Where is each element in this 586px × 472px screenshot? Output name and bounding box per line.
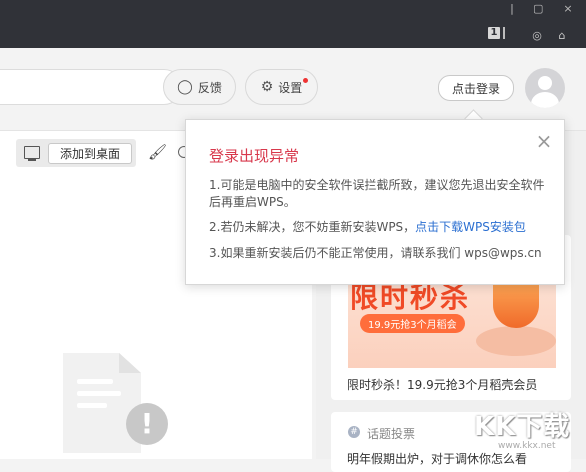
popup-line-1: 1.可能是电脑中的安全软件误拦截所致，建议您先退出安全软件后再重启WPS。 [209,178,545,209]
popup-line-3: 3.如果重新安装后仍不能正常使用，请联系我们 wps@wps.cn [209,246,542,260]
popup-line-2-text: 2.若仍未解决，您不妨重新安装WPS， [209,220,416,234]
chat-bubble-icon: ◯ [177,79,193,95]
avatar-head [538,76,552,90]
tab-count-icon[interactable]: 1 [488,27,500,39]
shirt-icon[interactable]: ⌂ [555,29,569,43]
topic-label: 话题投票 [367,427,416,441]
brush-icon[interactable]: 🖌 [148,143,167,161]
monitor-icon [24,146,40,161]
podium-graphic [476,326,556,356]
document-line [77,379,113,384]
document-icon [63,353,141,453]
warning-icon: ! [126,403,168,445]
skin-icon[interactable]: ◎ [530,29,544,43]
gear-icon: ⚙ [260,79,274,95]
window-restore-icon[interactable]: ▢ [533,3,543,14]
document-line [77,403,107,408]
watermark-url: www.kkx.net [498,441,556,451]
popup-title: 登录出现异常 [209,147,300,165]
title-bar: | ▢ × 1 ◎ ⌂ [0,0,586,48]
menu-bar-icon[interactable]: | [507,3,517,14]
download-installer-link[interactable]: 点击下载WPS安装包 [415,220,526,234]
close-icon[interactable]: × [535,131,553,151]
settings-button[interactable]: ⚙ 设置 [245,69,318,105]
settings-label: 设置 [278,80,303,95]
popup-line-2: 2.若仍未解决，您不妨重新安装WPS，点击下载WPS安装包 [209,218,526,235]
window-close-icon[interactable]: × [563,3,573,14]
topic-icon: # [348,426,360,438]
add-to-desktop-button[interactable]: 添加到桌面 [48,143,132,164]
feedback-button[interactable]: ◯ 反馈 [163,69,236,105]
document-line [77,391,121,396]
feedback-label: 反馈 [197,80,222,95]
watermark-logo: KK下载 [474,412,571,442]
login-error-popup: 登录出现异常 × 1.可能是电脑中的安全软件误拦截所致，建议您先退出安全软件后再… [185,119,565,285]
avatar-icon[interactable] [525,68,565,108]
notification-dot [303,78,308,83]
search-input[interactable] [0,69,182,105]
avatar-body [531,92,559,108]
login-button[interactable]: 点击登录 [438,75,514,101]
promo-caption[interactable]: 限时秒杀！19.9元抢3个月稻壳会员 [347,376,537,393]
promo-banner-pill: 19.9元抢3个月稻会 [360,314,465,333]
tab-count-divider [503,27,505,39]
